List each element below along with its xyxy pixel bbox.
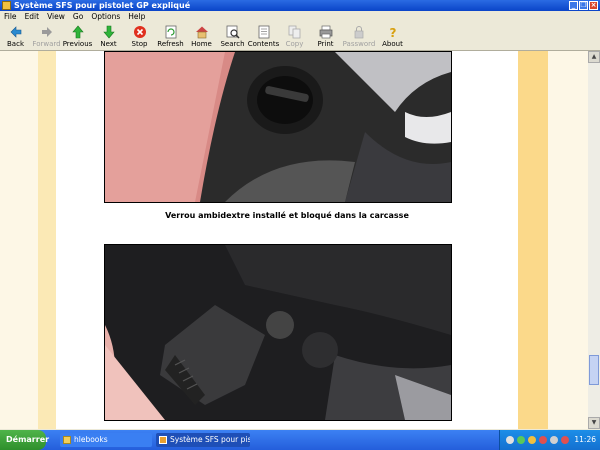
copy-icon xyxy=(288,25,300,39)
stop-button[interactable]: Stop xyxy=(124,22,155,50)
menu-go[interactable]: Go xyxy=(69,11,87,22)
refresh-button[interactable]: Refresh xyxy=(155,22,186,50)
ebook-page: Verrou ambidextre installé et bloqué dan… xyxy=(56,51,518,429)
contents-button[interactable]: Contents xyxy=(248,22,279,50)
folder-icon xyxy=(63,436,71,444)
photo-safety-lock-closeup xyxy=(104,51,452,203)
maximize-button[interactable]: ❐ xyxy=(579,1,588,10)
close-button[interactable]: × xyxy=(589,1,598,10)
scroll-thumb[interactable] xyxy=(589,355,599,385)
about-icon: ? xyxy=(389,26,396,39)
arrow-down-icon xyxy=(102,25,115,39)
clock: 11:26 xyxy=(574,435,596,444)
tray-antivirus-icon[interactable] xyxy=(517,436,525,444)
menu-file[interactable]: File xyxy=(0,11,21,22)
back-button[interactable]: Back xyxy=(0,22,31,50)
previous-button[interactable]: Previous xyxy=(62,22,93,50)
menu-bar: File Edit View Go Options Help xyxy=(0,11,600,22)
arrow-right-icon xyxy=(41,27,52,37)
ebook-icon xyxy=(159,436,167,444)
toolbar: Back Forward Previous Next Stop Refresh … xyxy=(0,22,600,51)
scroll-up-button[interactable]: ▲ xyxy=(588,51,600,63)
vertical-scrollbar[interactable]: ▲ ▼ xyxy=(588,51,600,429)
tray-volume-icon[interactable] xyxy=(550,436,558,444)
tray-shield-icon[interactable] xyxy=(561,436,569,444)
window-title: Système SFS pour pistolet GP expliqué xyxy=(14,1,191,10)
app-icon xyxy=(2,1,11,10)
system-tray: 11:26 xyxy=(499,430,600,450)
menu-help[interactable]: Help xyxy=(124,11,149,22)
refresh-icon xyxy=(165,25,176,39)
menu-edit[interactable]: Edit xyxy=(21,11,44,22)
contents-icon xyxy=(258,25,269,39)
forward-button[interactable]: Forward xyxy=(31,22,62,50)
minimize-button[interactable]: _ xyxy=(569,1,578,10)
arrow-left-icon xyxy=(10,26,21,38)
photo-caption: Verrou ambidextre installé et bloqué dan… xyxy=(165,211,409,220)
arrow-up-icon xyxy=(71,25,84,39)
tray-network-icon[interactable] xyxy=(506,436,514,444)
menu-view[interactable]: View xyxy=(43,11,69,22)
title-bar: Système SFS pour pistolet GP expliqué _ … xyxy=(0,0,600,11)
taskbar-item-hlebooks[interactable]: hlebooks xyxy=(60,433,152,447)
right-border-stripe xyxy=(518,51,548,429)
search-icon xyxy=(226,25,240,39)
print-icon xyxy=(319,25,332,39)
next-button[interactable]: Next xyxy=(93,22,124,50)
content-area: Verrou ambidextre installé et bloqué dan… xyxy=(0,51,588,429)
password-button[interactable]: Password xyxy=(341,22,377,50)
svg-text:?: ? xyxy=(389,26,396,39)
stop-icon xyxy=(133,26,146,38)
print-button[interactable]: Print xyxy=(310,22,341,50)
photo-ambidextrous-lock xyxy=(104,244,452,421)
start-button[interactable]: Démarrer xyxy=(0,430,49,450)
about-button[interactable]: ? About xyxy=(377,22,408,50)
taskbar: Démarrer hlebooks Système SFS pour pis..… xyxy=(0,430,600,450)
taskbar-item-ebook[interactable]: Système SFS pour pis... xyxy=(156,433,250,447)
menu-options[interactable]: Options xyxy=(87,11,124,22)
search-button[interactable]: Search xyxy=(217,22,248,50)
scroll-down-button[interactable]: ▼ xyxy=(588,417,600,429)
copy-button[interactable]: Copy xyxy=(279,22,310,50)
password-icon xyxy=(354,26,364,39)
tray-update-icon[interactable] xyxy=(528,436,536,444)
home-button[interactable]: Home xyxy=(186,22,217,50)
left-border-stripe xyxy=(38,51,56,429)
home-icon xyxy=(195,26,208,39)
tray-security-icon[interactable] xyxy=(539,436,547,444)
